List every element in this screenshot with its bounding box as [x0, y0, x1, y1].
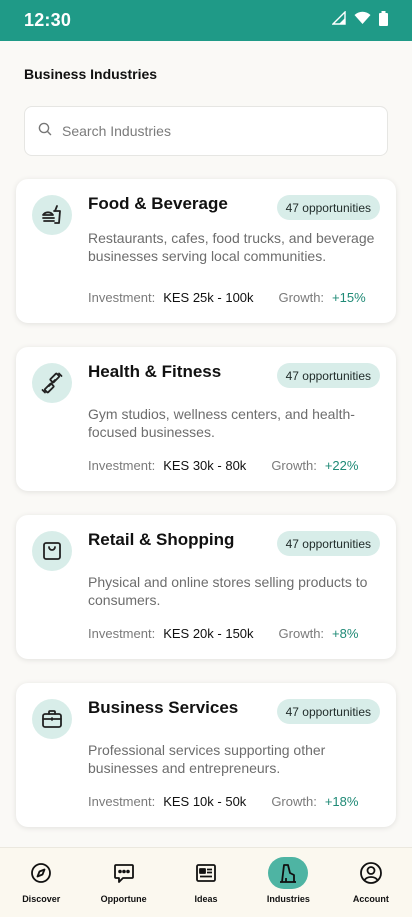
industry-card-retail-shopping[interactable]: Retail & Shopping 47 opportunities Physi… [16, 515, 396, 659]
nav-item-account[interactable]: Account [330, 848, 412, 917]
card-title: Health & Fitness [88, 362, 222, 381]
search-icon [38, 122, 52, 141]
card-meta: Investment: KES 30k - 80k Growth: +22% [88, 458, 358, 473]
page-title: Business Industries [24, 66, 158, 82]
investment-label: Investment: [88, 458, 156, 473]
status-bar: 12:30 [0, 0, 412, 41]
nav-item-discover[interactable]: Discover [0, 848, 82, 917]
cellular-signal-icon [331, 10, 346, 30]
investment-label: Investment: [88, 626, 156, 641]
opportunities-badge: 47 opportunities [276, 363, 380, 388]
card-meta: Investment: KES 20k - 150k Growth: +8% [88, 626, 358, 641]
nav-item-opportune[interactable]: Opportune [82, 848, 164, 917]
chat-bubble-icon [104, 857, 144, 889]
industry-card-food-beverage[interactable]: Food & Beverage 47 opportunities Restaur… [16, 179, 396, 323]
growth-label: Growth: [278, 626, 325, 641]
card-title: Food & Beverage [88, 194, 228, 213]
battery-icon [379, 10, 388, 31]
growth-label: Growth: [278, 290, 325, 305]
compass-icon [21, 857, 61, 889]
investment-value: KES 30k - 80k [163, 458, 247, 473]
nav-label: Account [352, 894, 389, 904]
newspaper-icon [186, 857, 226, 889]
investment-label: Investment: [88, 794, 156, 809]
investment-value: KES 10k - 50k [163, 794, 247, 809]
briefcase-icon [32, 699, 72, 739]
opportunities-badge: 47 opportunities [276, 531, 380, 556]
growth-label: Growth: [271, 794, 317, 809]
wifi-icon [354, 11, 371, 30]
industry-card-health-fitness[interactable]: Health & Fitness 47 opportunities Gym st… [16, 347, 396, 491]
growth-label: Growth: [271, 458, 317, 473]
growth-value: +8% [332, 626, 359, 641]
growth-value: +18% [324, 794, 359, 809]
dumbbell-icon [32, 363, 72, 403]
card-title: Business Services [88, 698, 239, 717]
industry-card-business-services[interactable]: Business Services 47 opportunities Profe… [16, 683, 396, 827]
growth-value: +15% [332, 290, 366, 305]
card-description: Physical and online stores selling produ… [88, 574, 368, 608]
factory-icon [268, 857, 309, 889]
card-description: Restaurants, cafes, food trucks, and bev… [88, 230, 375, 264]
search-input[interactable] [62, 123, 362, 139]
nav-item-ideas[interactable]: Ideas [165, 848, 247, 917]
status-time: 12:30 [24, 10, 72, 30]
opportunities-badge: 47 opportunities [276, 195, 380, 220]
card-title: Retail & Shopping [88, 530, 235, 549]
status-icons [331, 10, 388, 31]
investment-label: Investment: [88, 290, 156, 305]
search-box[interactable] [24, 106, 388, 156]
nav-item-industries[interactable]: Industries [247, 848, 329, 917]
card-meta: Investment: KES 25k - 100k Growth: +15% [88, 290, 366, 305]
food-beverage-icon [32, 195, 72, 235]
card-description: Gym studios, wellness centers, and healt… [88, 406, 355, 440]
nav-label: Industries [266, 894, 310, 904]
nav-label: Opportune [100, 894, 147, 904]
account-icon [351, 857, 391, 889]
card-meta: Investment: KES 10k - 50k Growth: +18% [88, 794, 358, 809]
opportunities-badge: 47 opportunities [276, 699, 380, 724]
bottom-nav: Discover Opportune Ideas Industries Acco… [0, 847, 412, 917]
growth-value: +22% [324, 458, 359, 473]
investment-value: KES 20k - 150k [163, 626, 254, 641]
nav-label: Ideas [194, 894, 218, 904]
card-description: Professional services supporting other b… [88, 742, 326, 776]
nav-label: Discover [22, 894, 61, 904]
shopping-bag-icon [32, 531, 72, 571]
investment-value: KES 25k - 100k [163, 290, 254, 305]
